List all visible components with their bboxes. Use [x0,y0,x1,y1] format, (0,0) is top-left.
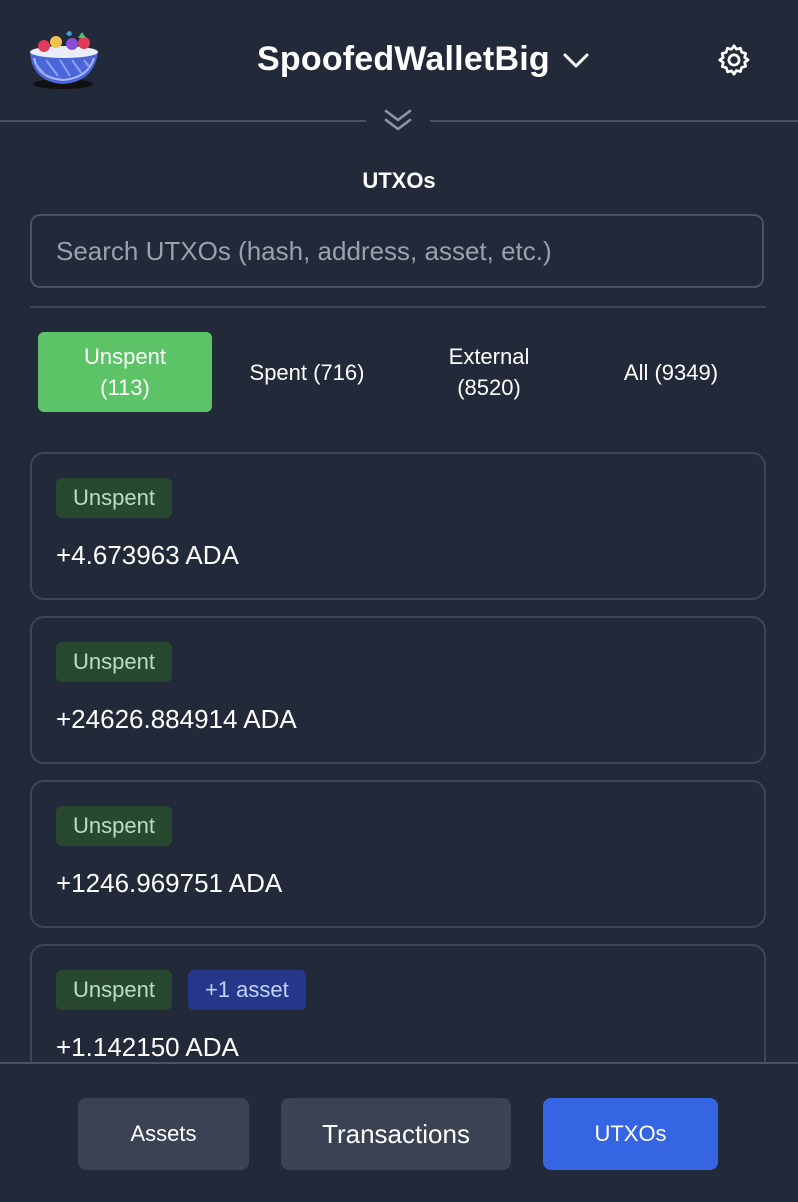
status-badge: Unspent [56,478,172,518]
chevron-down-icon[interactable] [562,50,590,70]
status-badge: Unspent [56,806,172,846]
badge-row: Unspent +1 asset [56,970,306,1010]
utxo-amount: +1246.969751 ADA [56,868,283,898]
double-chevron-down-icon[interactable] [382,107,414,133]
nav-assets-button[interactable]: Assets [78,1098,249,1170]
cereal-bowl-logo-icon [30,31,98,89]
utxo-amount: +1.142150 ADA [56,1032,239,1062]
search-input[interactable] [30,214,764,288]
utxo-list[interactable]: Unspent +4.673963 ADA Unspent +24626.884… [30,452,766,1062]
bottom-nav: Assets Transactions UTXOs [0,1062,798,1202]
wallet-name[interactable]: SpoofedWalletBig [257,40,550,79]
filter-tab-external[interactable]: External (8520) [404,332,574,412]
asset-count-badge: +1 asset [187,970,306,1010]
utxo-card[interactable]: Unspent +24626.884914 ADA [30,616,766,764]
section-title: UTXOs [362,168,436,193]
utxo-amount: +24626.884914 ADA [56,704,297,734]
app-header: SpoofedWalletBig [0,0,798,120]
status-badge: Unspent [56,970,172,1010]
badge-row: Unspent [56,478,172,518]
header-divider-right [430,120,798,122]
utxo-card[interactable]: Unspent +1 asset +1.142150 ADA [30,944,766,1062]
utxo-amount: +4.673963 ADA [56,540,239,570]
utxo-card[interactable]: Unspent +1246.969751 ADA [30,780,766,928]
filter-tab-unspent[interactable]: Unspent (113) [38,332,212,412]
search-divider [30,306,766,308]
status-badge: Unspent [56,642,172,682]
badge-row: Unspent [56,806,172,846]
filter-tab-all[interactable]: All (9349) [586,332,756,412]
utxo-card[interactable]: Unspent +4.673963 ADA [30,452,766,600]
badge-row: Unspent [56,642,172,682]
nav-transactions-button[interactable]: Transactions [281,1098,511,1170]
nav-utxos-button[interactable]: UTXOs [543,1098,718,1170]
gear-icon[interactable] [716,42,752,78]
filter-tab-spent[interactable]: Spent (716) [222,332,392,412]
header-divider-left [0,120,366,122]
